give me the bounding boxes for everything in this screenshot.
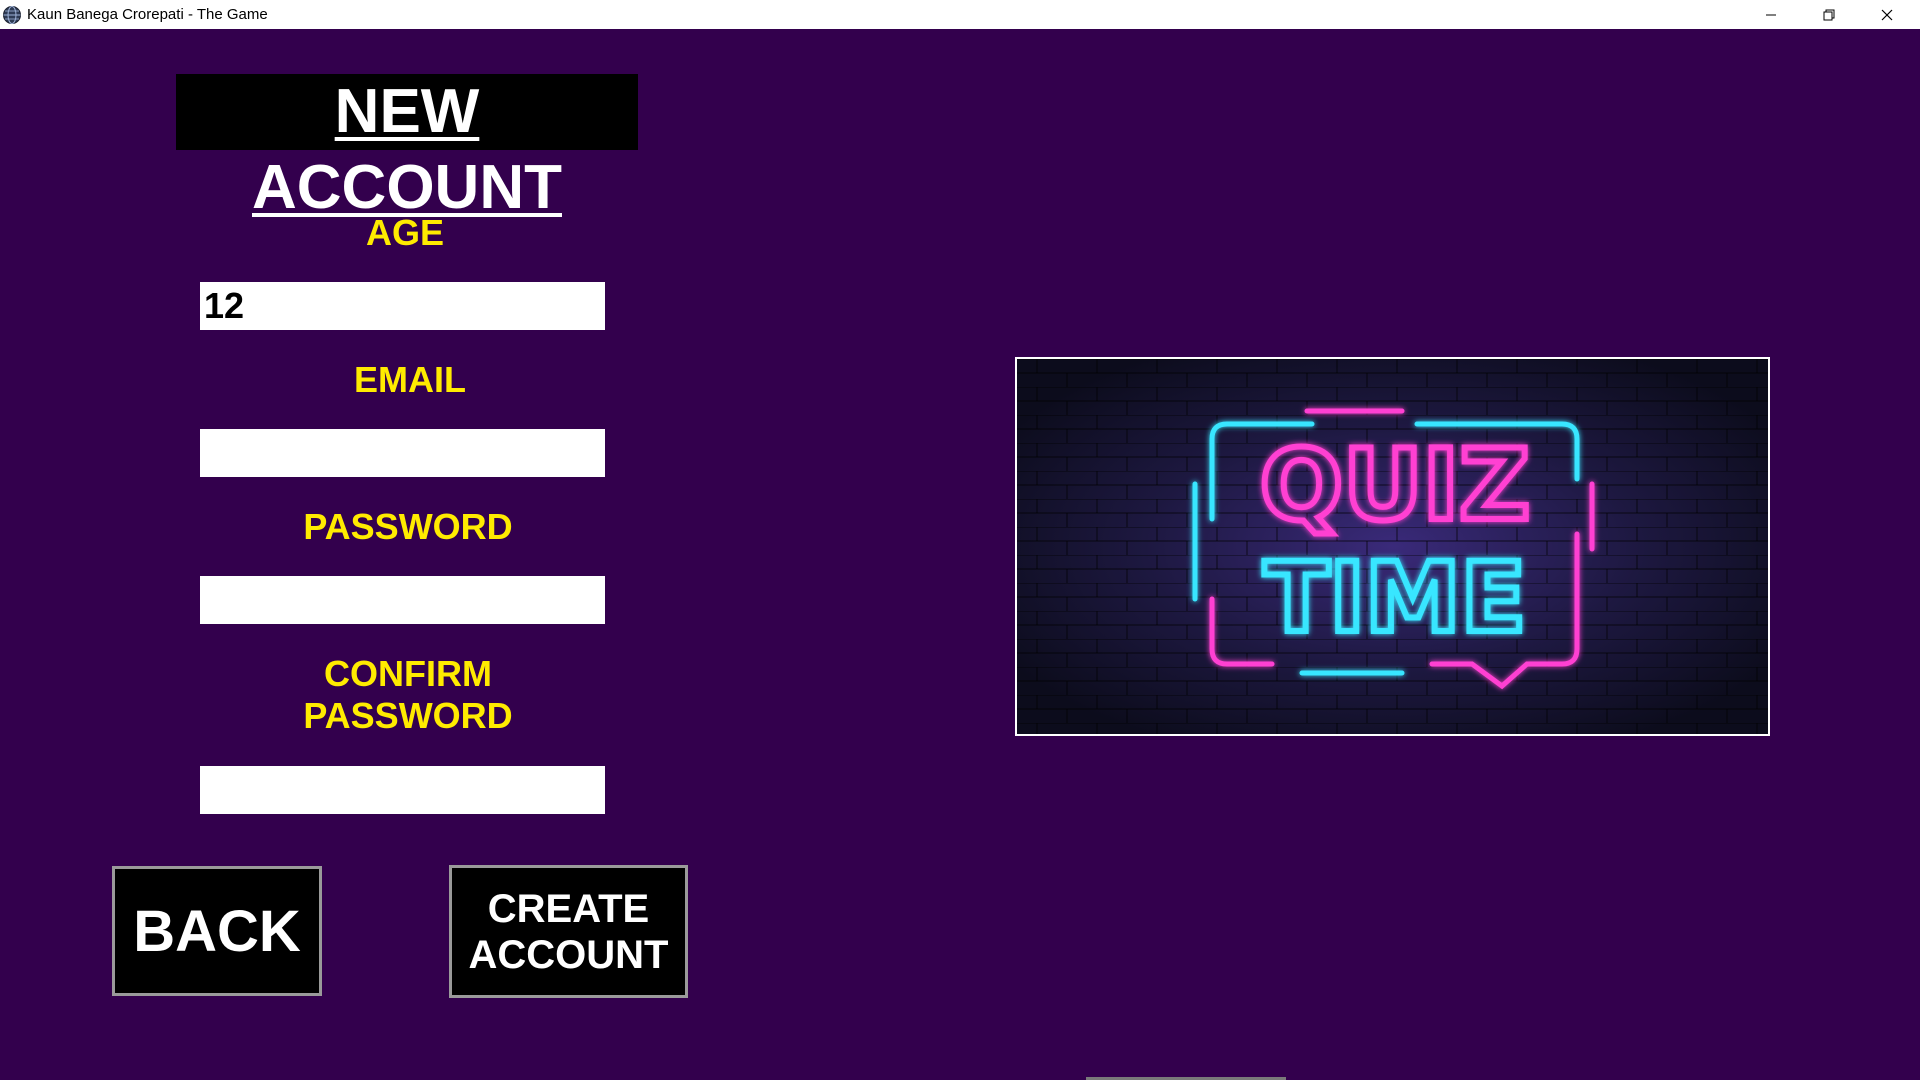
create-label-line1: CREATE xyxy=(487,886,650,931)
close-icon xyxy=(1881,9,1893,20)
minimize-button[interactable] xyxy=(1742,0,1800,29)
app-globe-icon xyxy=(3,6,21,24)
age-label: AGE xyxy=(365,212,444,253)
quiz-time-banner: QUIZ TIME xyxy=(1015,357,1770,736)
create-label-line2: ACCOUNT xyxy=(468,932,669,977)
email-field[interactable] xyxy=(200,429,605,477)
minimize-icon xyxy=(1766,14,1776,15)
window-titlebar: Kaun Banega Crorepati - The Game xyxy=(0,0,1920,29)
create-account-button[interactable]: CREATE ACCOUNT xyxy=(449,865,688,998)
page-title: NEW ACCOUNT xyxy=(176,74,638,222)
back-button[interactable]: BACK xyxy=(112,866,322,996)
email-label: EMAIL xyxy=(354,359,466,400)
window-title: Kaun Banega Crorepati - The Game xyxy=(27,6,268,23)
age-field[interactable] xyxy=(200,282,605,330)
restore-button[interactable] xyxy=(1800,0,1858,29)
password-label: PASSWORD xyxy=(303,506,513,547)
quiz-time-neon-image: QUIZ TIME xyxy=(1017,359,1768,734)
confirm-label-line2: PASSWORD xyxy=(303,695,513,736)
confirm-label-line1: CONFIRM xyxy=(324,653,492,694)
banner-line1: QUIZ xyxy=(1260,429,1530,543)
password-field[interactable] xyxy=(200,576,605,624)
restore-icon xyxy=(1823,9,1835,20)
banner-line2: TIME xyxy=(1264,542,1526,654)
confirm-password-field[interactable] xyxy=(200,766,605,814)
close-button[interactable] xyxy=(1858,0,1916,29)
confirm-password-label: CONFIRM PASSWORD xyxy=(258,653,558,737)
